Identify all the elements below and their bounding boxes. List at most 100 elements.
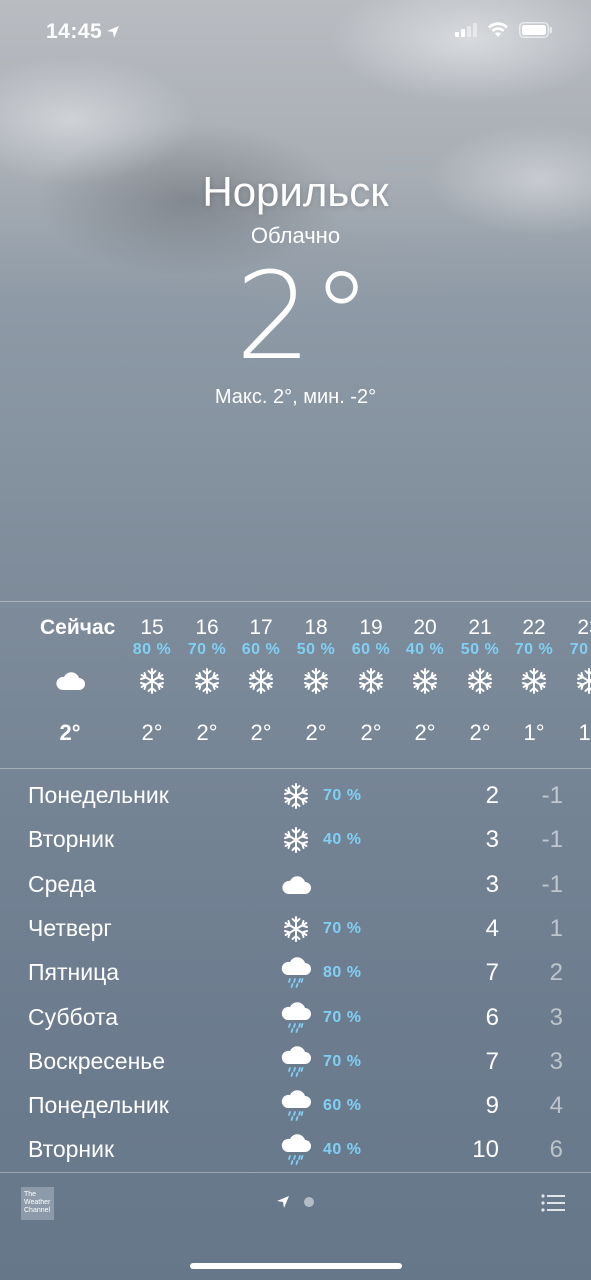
cloud-rain-icon — [280, 1134, 312, 1166]
snowflake-icon — [504, 664, 564, 698]
hour-temperature: 2° — [360, 720, 382, 745]
precipitation-chance: 80 % — [132, 641, 172, 658]
status-icons — [455, 22, 553, 38]
hour-label: 21 — [468, 616, 492, 639]
precipitation-chance: 40 % — [323, 831, 362, 849]
day-name: Понедельник — [28, 1092, 169, 1119]
signal-icon — [455, 23, 477, 37]
snowflake-icon — [177, 664, 237, 698]
day-name: Суббота — [28, 1003, 119, 1030]
snowflake-icon — [280, 913, 312, 945]
list-icon[interactable] — [541, 1193, 565, 1213]
hour-temperature: 2° — [250, 720, 272, 745]
weather-channel-logo[interactable]: The Weather Channel — [21, 1187, 54, 1220]
precipitation-chance: 70 % — [323, 787, 362, 804]
snowflake-icon — [450, 664, 510, 698]
low-temperature: 1 — [549, 914, 563, 942]
hour-temperature: 2° — [141, 720, 163, 745]
day-name: Вторник — [28, 1136, 115, 1163]
low-temperature: -1 — [541, 870, 563, 898]
day-name: Понедельник — [28, 782, 169, 808]
daily-row: Воскресенье 70 % 7 3 — [0, 1042, 591, 1086]
snowflake-icon — [395, 664, 455, 698]
precipitation-chance: 80 % — [323, 964, 362, 982]
home-indicator[interactable] — [190, 1263, 402, 1269]
low-temperature: -1 — [541, 826, 563, 854]
day-name: Четверг — [28, 914, 112, 941]
hour-label: 18 — [304, 616, 328, 639]
high-temperature: 6 — [485, 1003, 499, 1031]
hour-temperature: 2° — [469, 720, 491, 745]
hour-label: 22 — [522, 616, 546, 639]
precipitation-chance: 40 % — [405, 641, 445, 658]
precipitation-chance: 50 % — [460, 641, 500, 658]
daily-row: Четверг 70 % 4 1 — [0, 909, 591, 953]
low-temperature: 2 — [549, 959, 563, 987]
hourly-forecast[interactable]: Сейчас 2° 15 80 % 2° 16 70 % 2° 17 60 % 2° 18 50 % 2°… — [0, 602, 591, 768]
precipitation-chance: 70 % — [323, 919, 362, 937]
snowflake-icon — [559, 664, 591, 698]
page-dot — [304, 1197, 314, 1207]
hour-temperature: 2° — [414, 720, 436, 745]
daily-row: Пятница 80 % 7 2 — [0, 953, 591, 997]
weather-condition: Облачно — [250, 223, 341, 248]
low-temperature: 4 — [549, 1092, 563, 1120]
hour-label: 20 — [413, 616, 437, 639]
precipitation-chance: 60 % — [241, 641, 281, 658]
low-temperature: -1 — [541, 782, 563, 809]
status-time: 14:45 — [46, 20, 120, 44]
divider — [0, 768, 591, 769]
hour-label: 23 — [577, 616, 591, 639]
daily-row: Среда 3 -1 — [0, 865, 591, 909]
precipitation-chance: 50 % — [296, 641, 336, 658]
hour-label: 15 — [140, 616, 164, 639]
precipitation-chance: 70 % — [514, 641, 554, 658]
high-temperature: 7 — [485, 1047, 499, 1075]
hour-label: 19 — [359, 616, 383, 639]
hour-temperature: 2° — [196, 720, 218, 745]
low-temperature: 3 — [549, 1047, 563, 1075]
precipitation-chance: 70 % — [187, 641, 227, 658]
wifi-icon — [488, 22, 508, 37]
status-time-text: 14:45 — [46, 20, 103, 43]
high-temperature: 9 — [485, 1092, 499, 1120]
low-temperature: 6 — [549, 1136, 563, 1164]
precipitation-chance: 70 % — [323, 1008, 362, 1026]
precipitation-chance: 70 % — [569, 641, 591, 658]
daily-row: Понедельник 70 % 2 -1 — [0, 776, 591, 820]
precipitation-chance: 60 % — [323, 1097, 362, 1115]
hour-temperature: 2° — [305, 720, 327, 745]
daily-row: Вторник 40 % 10 6 — [0, 1130, 591, 1174]
daily-row: Понедельник 60 % 9 4 — [0, 1086, 591, 1130]
precipitation-chance: 70 % — [323, 1052, 362, 1070]
location-arrow-icon — [277, 1196, 289, 1208]
day-name: Воскресенье — [28, 1047, 166, 1074]
high-temperature: 3 — [485, 870, 499, 898]
snowflake-icon — [122, 664, 182, 698]
hour-temperature: 1° — [578, 720, 591, 745]
snowflake-icon — [341, 664, 401, 698]
high-temperature: 7 — [485, 959, 499, 987]
high-temperature: 4 — [485, 914, 499, 942]
cloud-rain-icon — [280, 957, 312, 989]
day-name: Пятница — [28, 959, 120, 986]
hour-label: Сейчас — [40, 616, 116, 639]
cloud-rain-icon — [280, 1046, 312, 1078]
current-temperature: 2° — [235, 248, 372, 387]
snowflake-icon — [286, 664, 346, 698]
high-temperature: 2 — [485, 782, 499, 809]
hour-temperature: 1° — [523, 720, 545, 745]
high-temperature: 3 — [485, 826, 499, 854]
low-temperature: 3 — [549, 1003, 563, 1031]
high-low-temperature: Макс. 2°, мин. -2° — [214, 386, 377, 408]
hour-temperature: 2° — [59, 720, 81, 745]
day-name: Среда — [28, 870, 96, 897]
cloud-icon — [280, 869, 312, 901]
page-indicator[interactable] — [276, 1195, 314, 1209]
snowflake-icon — [280, 780, 312, 812]
precipitation-chance: 40 % — [323, 1141, 362, 1159]
day-name: Вторник — [28, 826, 115, 853]
snowflake-icon — [280, 824, 312, 856]
precipitation-chance: 60 % — [351, 641, 391, 658]
daily-row: Вторник 40 % 3 -1 — [0, 820, 591, 864]
